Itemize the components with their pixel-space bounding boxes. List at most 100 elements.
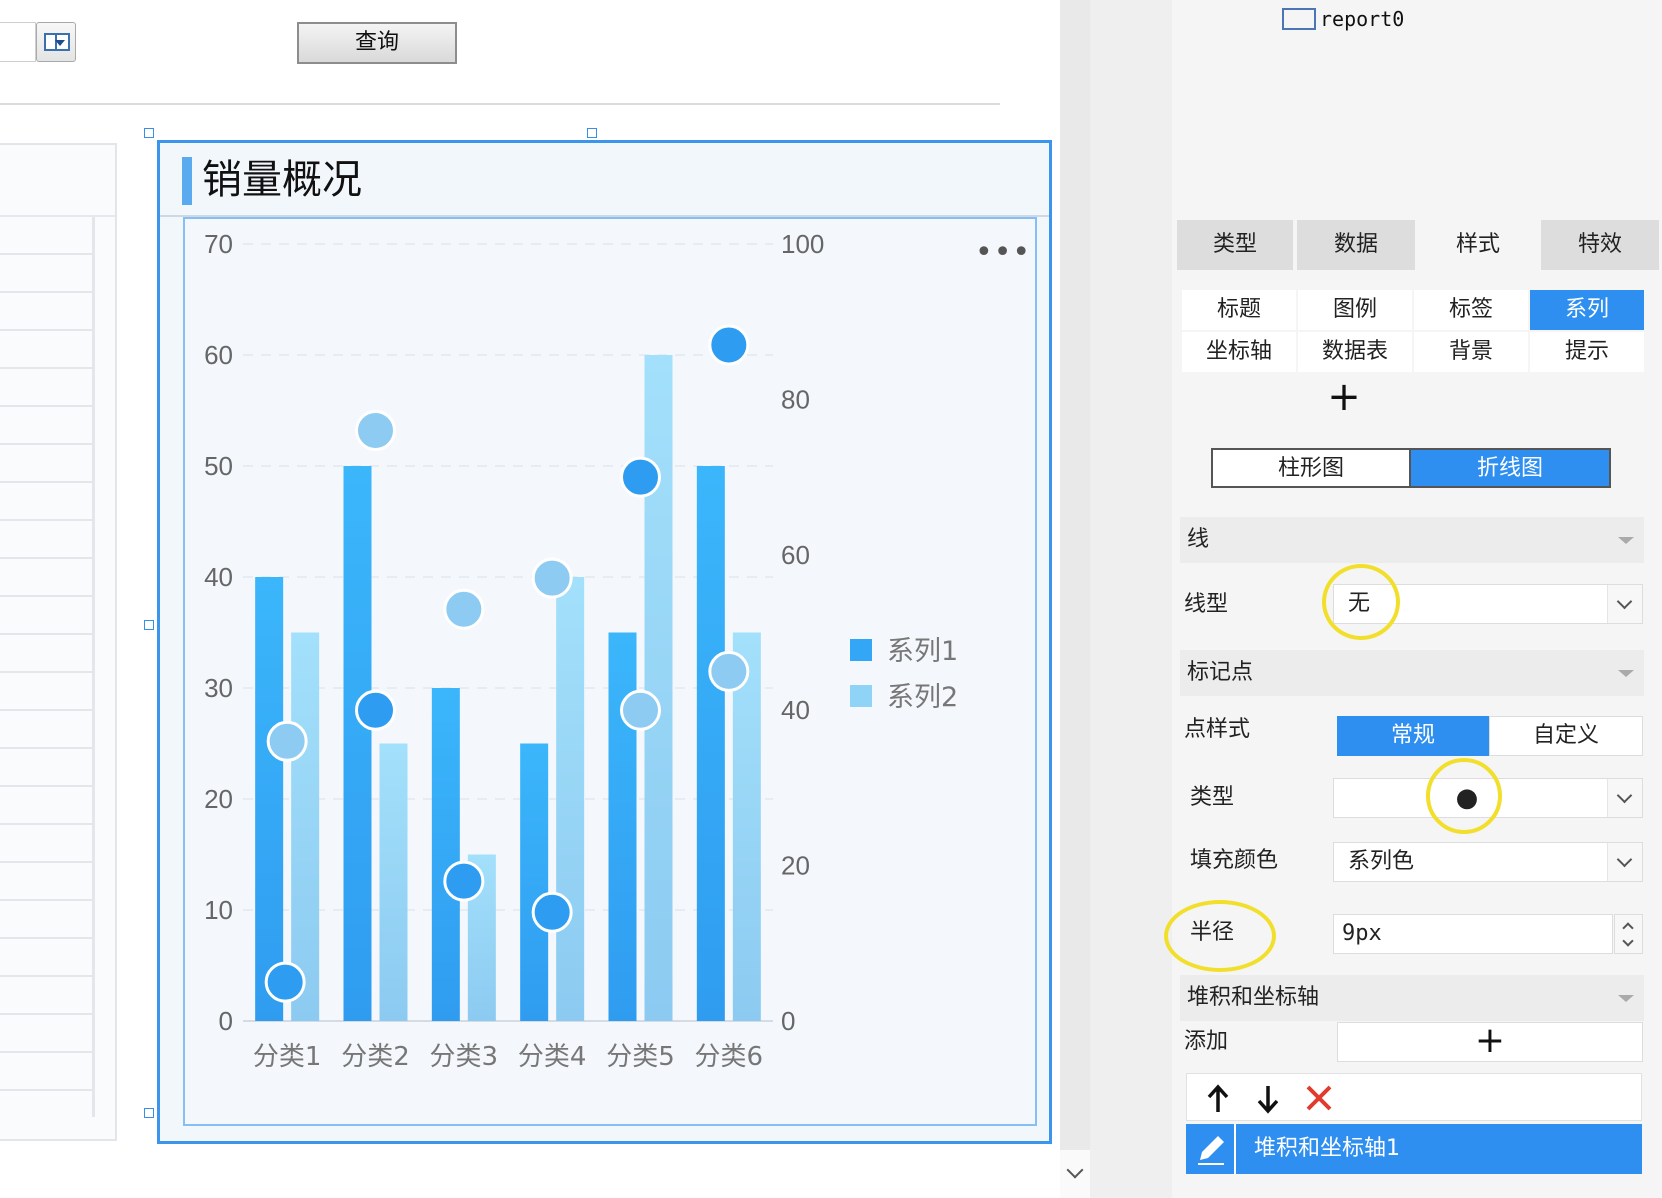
chevron-down-icon[interactable] [1622, 935, 1634, 947]
resize-handle-top-left[interactable] [144, 128, 154, 138]
tab-style[interactable]: 样式 [1419, 220, 1537, 270]
date-picker-button[interactable] [36, 22, 76, 62]
point-style-custom[interactable]: 自定义 [1489, 716, 1643, 756]
point-style-label: 点样式 [1184, 717, 1251, 742]
table-row [0, 443, 95, 445]
chart-widget[interactable]: 销量概况 0 10 20 30 40 50 60 70 0 20 40 60 80 100 分类1 分类2 分类… [157, 140, 1052, 1144]
bar-系列1 [343, 466, 372, 1021]
canvas-scrollbar[interactable] [1060, 0, 1090, 1198]
bar-系列2 [556, 577, 585, 1021]
stack-toolbar [1186, 1073, 1642, 1121]
y-left-tick-label: 70 [204, 229, 233, 259]
y-left-tick-label: 20 [204, 784, 233, 814]
delete-x-icon[interactable] [1305, 1084, 1333, 1112]
highlight-circle [1426, 758, 1502, 834]
tab-type[interactable]: 类型 [1177, 220, 1293, 270]
marker-point [355, 409, 396, 451]
scroll-down-button[interactable] [1060, 1150, 1090, 1198]
date-input[interactable] [0, 22, 36, 62]
chevron-down-icon [1066, 1161, 1084, 1179]
more-icon[interactable]: ••• [975, 238, 1031, 268]
table-row [0, 519, 95, 521]
table-row [0, 253, 95, 255]
subtab-axis[interactable]: 坐标轴 [1182, 332, 1296, 372]
legend-label: 系列1 [887, 636, 958, 667]
tab-data[interactable]: 数据 [1297, 220, 1415, 270]
radius-value: 9px [1342, 921, 1382, 946]
segment-line-chart[interactable]: 折线图 [1411, 448, 1611, 488]
x-tick-label: 分类4 [518, 1042, 587, 1072]
marker-type-label: 类型 [1190, 785, 1235, 810]
subtab-legend[interactable]: 图例 [1298, 290, 1412, 330]
table-row [0, 899, 95, 901]
chart-svg: 0 10 20 30 40 50 60 70 0 20 40 60 80 100 分类1 分类2 分类3 分类4 分… [204, 229, 958, 1072]
add-plus-icon[interactable]: + [1326, 377, 1362, 417]
stack-add-button[interactable]: + [1337, 1022, 1643, 1062]
y-left-tick-label: 50 [204, 451, 233, 481]
chevron-down-icon [1607, 843, 1642, 881]
y-left-tick-label: 10 [204, 895, 233, 925]
marker-point [620, 456, 661, 498]
y-right-tick-label: 80 [781, 384, 810, 414]
point-style-regular[interactable]: 常规 [1337, 716, 1489, 756]
chevron-up-icon[interactable] [1622, 922, 1634, 934]
section-line-title: 线 [1187, 527, 1210, 552]
fill-color-select[interactable]: 系列色 [1333, 842, 1643, 882]
arrow-up-icon[interactable] [1205, 1084, 1231, 1114]
y-left-tick-label: 30 [204, 673, 233, 703]
resize-handle-left[interactable] [144, 620, 154, 630]
y-left-tick-label: 60 [204, 340, 233, 370]
table-row [0, 1013, 95, 1015]
table-row [0, 671, 95, 673]
table-row [0, 557, 95, 559]
marker-point [708, 324, 750, 366]
arrow-down-icon[interactable] [1255, 1084, 1281, 1114]
resize-handle-top[interactable] [587, 128, 597, 138]
x-tick-label: 分类2 [341, 1042, 410, 1072]
marker-point [355, 689, 396, 731]
edit-pencil-icon[interactable] [1186, 1124, 1236, 1174]
highlight-circle [1164, 900, 1276, 972]
section-marker-header[interactable]: 标记点 [1180, 650, 1644, 696]
radius-stepper[interactable] [1614, 914, 1643, 954]
section-stack-header[interactable]: 堆积和坐标轴 [1180, 975, 1644, 1021]
x-tick-label: 分类1 [253, 1042, 322, 1072]
stack-axis-row[interactable]: 堆积和坐标轴1 [1186, 1124, 1642, 1174]
y-right-tick-label: 40 [781, 695, 810, 725]
subtab-background[interactable]: 背景 [1414, 332, 1528, 372]
segment-bar-chart[interactable]: 柱形图 [1211, 448, 1411, 488]
table-row [0, 709, 95, 711]
subtab-datasheet[interactable]: 数据表 [1298, 332, 1412, 372]
left-table-header [0, 145, 115, 217]
subtab-series[interactable]: 系列 [1530, 290, 1644, 330]
y-left-tick-label: 40 [204, 562, 233, 592]
legend-label: 系列2 [887, 682, 958, 713]
left-table-widget[interactable] [0, 143, 117, 1141]
table-row [0, 1089, 95, 1091]
bar-系列1 [520, 743, 549, 1021]
query-button[interactable]: 查询 [297, 22, 457, 64]
chart-title: 销量概况 [202, 157, 362, 203]
subtab-title[interactable]: 标题 [1182, 290, 1296, 330]
chart-plot-frame: 0 10 20 30 40 50 60 70 0 20 40 60 80 100 分类1 分类2 分类3 分类4 分… [183, 217, 1037, 1126]
tab-effects[interactable]: 特效 [1541, 220, 1659, 270]
table-row [0, 291, 95, 293]
bar-系列1 [608, 632, 637, 1021]
marker-point [264, 961, 306, 1003]
fill-color-label: 填充颜色 [1190, 848, 1279, 873]
resize-handle-bottom-left[interactable] [144, 1108, 154, 1118]
bar-系列2 [291, 632, 320, 1021]
bar-系列2 [732, 632, 761, 1021]
subtab-label[interactable]: 标签 [1414, 290, 1528, 330]
chevron-down-icon [1607, 585, 1642, 623]
subtab-tooltip[interactable]: 提示 [1530, 332, 1644, 372]
tree-item-report0[interactable]: report0 [1280, 4, 1480, 34]
x-tick-label: 分类3 [430, 1042, 499, 1072]
tree-item-label: report0 [1320, 7, 1405, 31]
section-line-header[interactable]: 线 [1180, 517, 1644, 563]
collapse-caret-icon [1618, 670, 1634, 677]
x-tick-label: 分类5 [606, 1042, 675, 1072]
radius-input[interactable]: 9px [1333, 914, 1613, 954]
table-row [0, 1051, 95, 1053]
chevron-down-icon [1607, 779, 1642, 817]
